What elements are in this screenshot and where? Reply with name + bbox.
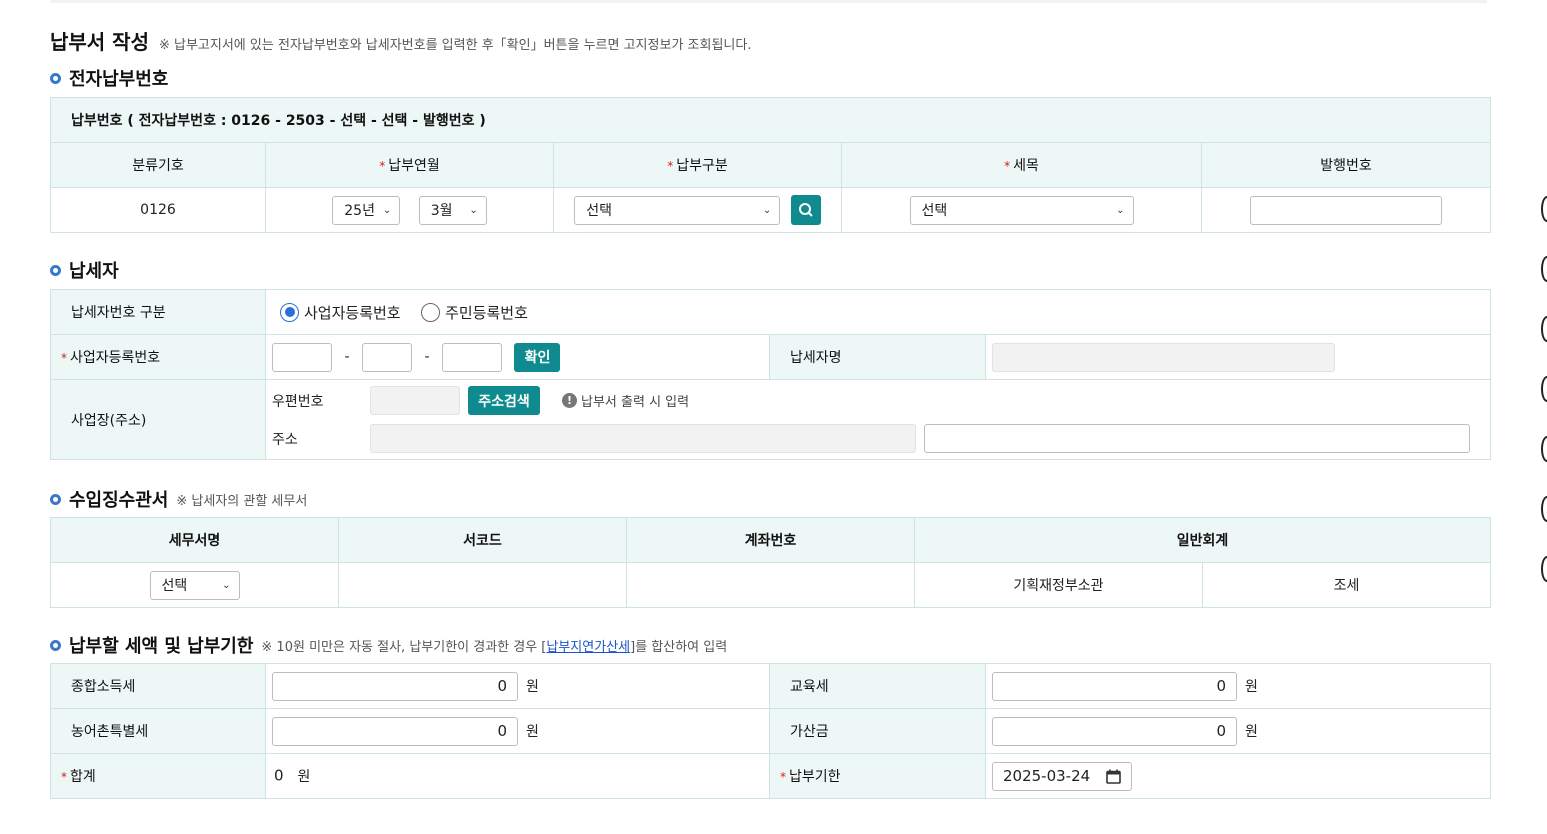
year-select[interactable]: 25년 ⌄ xyxy=(332,195,401,225)
accounting-ministry: 기획재정부소관 xyxy=(914,562,1203,608)
income-tax-input[interactable]: 0 xyxy=(272,671,518,701)
required-mark: * xyxy=(61,770,67,784)
address-label: 사업장(주소) xyxy=(50,379,266,460)
calendar-icon[interactable] xyxy=(1106,769,1121,784)
col-general-accounting: 일반회계 xyxy=(914,517,1491,563)
business-no-part2[interactable] xyxy=(362,342,412,372)
page-title: 납부서 작성 xyxy=(50,30,149,54)
late-penalty-link[interactable]: 납부지연가산세 xyxy=(546,640,630,655)
month-select[interactable]: 3월 ⌄ xyxy=(418,195,487,225)
taxpayer-name-field xyxy=(992,342,1335,372)
section-office: 수입징수관서 ※ 납세자의 관할 세무서 xyxy=(50,486,307,512)
taxpayer-name-label: 납세자명 xyxy=(769,334,986,380)
section-note: ※ 10원 미만은 자동 절사, 납부기한이 경과한 경우 [납부지연가산세]를… xyxy=(261,639,728,655)
office-select[interactable]: 선택 ⌄ xyxy=(149,570,240,600)
amount-table: 종합소득세 0원 교육세 0원 농어촌특별세 0원 가산금 0원 * 합계 0원 … xyxy=(50,663,1491,799)
accounting-tax: 조세 xyxy=(1202,562,1491,608)
required-mark: * xyxy=(379,159,386,173)
business-no-label: * 사업자등록번호 xyxy=(50,334,266,380)
issue-number-input[interactable] xyxy=(1250,195,1442,225)
info-icon: ! xyxy=(562,393,577,408)
penalty-input[interactable]: 0 xyxy=(992,716,1237,746)
taxpayer-table: 납세자번호 구분 사업자등록번호 주민등록번호 * 사업자등록번호 -- 확인 납… xyxy=(50,289,1492,460)
section-title: 전자납부번호 xyxy=(69,69,169,90)
payment-type-select[interactable]: 선택 ⌄ xyxy=(574,195,781,225)
address-field-1 xyxy=(370,424,916,453)
bullet-icon xyxy=(50,264,61,276)
required-mark: * xyxy=(61,351,67,365)
col-year-month: * 납부연월 xyxy=(265,142,554,188)
chevron-down-icon: ⌄ xyxy=(382,204,392,216)
required-mark: * xyxy=(780,770,786,784)
business-no-part3[interactable] xyxy=(442,342,502,372)
classification-code: 0126 xyxy=(50,187,266,233)
chevron-down-icon: ⌄ xyxy=(222,579,231,591)
radio-checked-icon xyxy=(280,302,299,322)
radio-unchecked-icon xyxy=(421,302,441,322)
section-title: 수입징수관서 xyxy=(69,490,169,511)
education-tax-label: 교육세 xyxy=(769,663,986,709)
bullet-icon xyxy=(50,493,61,505)
postcode-label: 우편번호 xyxy=(272,393,324,410)
business-no-part1[interactable] xyxy=(272,342,332,372)
section-note: ※ 납세자의 관할 세무서 xyxy=(176,493,308,509)
radio-business[interactable]: 사업자등록번호 xyxy=(280,302,401,323)
postcode-field xyxy=(370,386,460,415)
required-mark: * xyxy=(667,159,674,173)
id-type-label: 납세자번호 구분 xyxy=(50,289,266,335)
tax-item-select[interactable]: 선택 ⌄ xyxy=(909,195,1134,225)
col-classification: 분류기호 xyxy=(50,142,266,188)
deadline-date-input[interactable]: 2025-03-24 xyxy=(992,761,1132,791)
office-table: 세무서명 서코드 계좌번호 일반회계 선택 ⌄ 기획재정부소관 조세 xyxy=(50,517,1491,608)
page-header: 납부서 작성 ※ 납부고지서에 있는 전자납부번호와 납세자번호를 입력한 후「… xyxy=(50,26,751,55)
col-office-code: 서코드 xyxy=(338,517,627,563)
rural-tax-label: 농어촌특별세 xyxy=(50,708,266,754)
rural-tax-input[interactable]: 0 xyxy=(272,716,518,746)
address-search-button[interactable]: 주소검색 xyxy=(468,386,540,415)
edge-decoration xyxy=(1541,196,1547,616)
col-tax-item: * 세목 xyxy=(841,142,1202,188)
confirm-button[interactable]: 확인 xyxy=(514,342,561,372)
address-field-2[interactable] xyxy=(924,424,1470,453)
col-account-no: 계좌번호 xyxy=(626,517,915,563)
e-number-table: 납부번호 ( 전자납부번호 : 0126 - 2503 - 선택 - 선택 - … xyxy=(50,97,1491,233)
deadline-label: * 납부기한 xyxy=(769,753,986,799)
e-number-header: 납부번호 ( 전자납부번호 : 0126 - 2503 - 선택 - 선택 - … xyxy=(50,97,1491,143)
chevron-down-icon: ⌄ xyxy=(469,204,478,216)
total-value: 0 xyxy=(274,766,284,785)
chevron-down-icon: ⌄ xyxy=(1116,204,1125,216)
account-no-value xyxy=(626,562,915,608)
office-code-value xyxy=(338,562,627,608)
col-office-name: 세무서명 xyxy=(50,517,339,563)
search-icon xyxy=(798,203,813,217)
penalty-label: 가산금 xyxy=(769,708,986,754)
col-payment-type: * 납부구분 xyxy=(553,142,842,188)
radio-resident[interactable]: 주민등록번호 xyxy=(421,302,528,323)
bullet-icon xyxy=(50,72,61,84)
education-tax-input[interactable]: 0 xyxy=(992,671,1237,701)
top-divider xyxy=(50,0,1487,3)
section-title: 납부할 세액 및 납부기한 xyxy=(69,636,254,657)
section-amount: 납부할 세액 및 납부기한 ※ 10원 미만은 자동 절사, 납부기한이 경과한… xyxy=(50,632,727,658)
total-label: * 합계 xyxy=(50,753,266,799)
address-sub-label: 주소 xyxy=(272,431,298,448)
chevron-down-icon: ⌄ xyxy=(762,204,772,216)
search-button[interactable] xyxy=(790,195,821,225)
postcode-note: ! 납부서 출력 시 입력 xyxy=(562,391,689,410)
section-taxpayer: 납세자 xyxy=(50,257,119,283)
section-title: 납세자 xyxy=(69,261,119,282)
col-issue-number: 발행번호 xyxy=(1201,142,1491,188)
required-mark: * xyxy=(1004,159,1011,173)
page-note: ※ 납부고지서에 있는 전자납부번호와 납세자번호를 입력한 후「확인」버튼을 … xyxy=(158,38,752,53)
section-e-number: 전자납부번호 xyxy=(50,65,168,91)
bullet-icon xyxy=(50,639,61,651)
income-tax-label: 종합소득세 xyxy=(50,663,266,709)
